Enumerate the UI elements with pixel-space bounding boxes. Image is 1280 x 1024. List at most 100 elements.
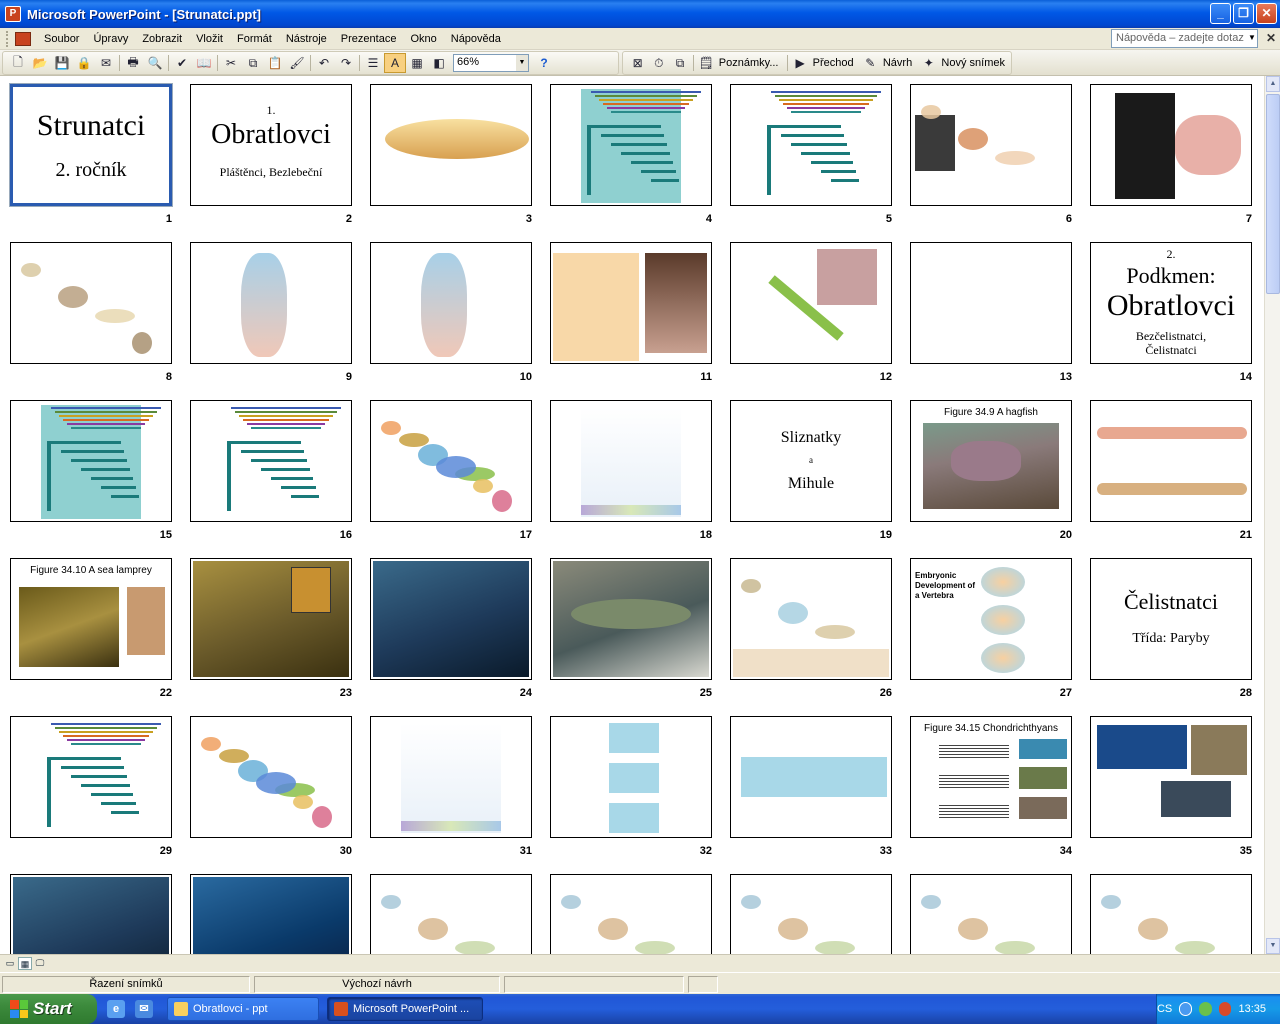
toolbar-grip[interactable] — [6, 30, 9, 47]
grid-icon[interactable]: ▦ — [406, 53, 428, 73]
document-close-icon[interactable]: ✕ — [1266, 31, 1276, 45]
slide-thumbnail-13[interactable] — [910, 242, 1072, 364]
slide-thumbnail-26[interactable] — [730, 558, 892, 680]
slide-thumbnail-41[interactable] — [910, 874, 1072, 954]
task-powerpoint[interactable]: Microsoft PowerPoint ... — [327, 997, 483, 1021]
slide-thumbnail-23[interactable] — [190, 558, 352, 680]
minimize-button[interactable]: _ — [1210, 3, 1231, 24]
slide-thumbnail-4[interactable] — [550, 84, 712, 206]
slide-sorter-view-icon[interactable]: ▦ — [18, 957, 32, 970]
slide-thumbnail-27[interactable]: Embryonic Development of a Vertebra — [910, 558, 1072, 680]
slide-thumbnail-20[interactable]: Figure 34.9 A hagfish — [910, 400, 1072, 522]
redo-icon[interactable]: ↷ — [335, 53, 357, 73]
summary-slide-icon[interactable]: ⧉ — [669, 53, 690, 73]
network-icon[interactable] — [1199, 1002, 1212, 1016]
notes-icon[interactable]: 🗒 — [696, 53, 717, 73]
spelling-icon[interactable]: ✔ — [171, 53, 193, 73]
slide-thumbnail-11[interactable] — [550, 242, 712, 364]
slide-thumbnail-37[interactable] — [190, 874, 352, 954]
slide-thumbnail-1[interactable]: Strunatci 2. ročník — [9, 83, 173, 207]
slide-thumbnail-32[interactable] — [550, 716, 712, 838]
slide-thumbnail-34[interactable]: Figure 34.15 Chondrichthyans — [910, 716, 1072, 838]
slide-thumbnail-33[interactable] — [730, 716, 892, 838]
powerpoint-app-icon[interactable]: P — [5, 6, 21, 22]
menu-soubor[interactable]: Soubor — [37, 33, 86, 45]
scroll-down-icon[interactable]: ▼ — [1266, 938, 1280, 954]
help-dropdown-icon[interactable]: ▼ — [1248, 33, 1256, 42]
expand-all-icon[interactable]: ☰ — [362, 53, 384, 73]
new-icon[interactable]: 🗋 — [7, 53, 29, 73]
new-slide-button[interactable]: Nový snímek — [939, 57, 1011, 69]
transition-button[interactable]: Přechod — [811, 57, 860, 69]
slide-thumbnail-35[interactable] — [1090, 716, 1252, 838]
slide-thumbnail-40[interactable] — [730, 874, 892, 954]
notes-button[interactable]: Poznámky... — [717, 57, 785, 69]
ppt-doc-icon[interactable] — [15, 31, 31, 46]
slide-thumbnail-24[interactable] — [370, 558, 532, 680]
slideshow-view-icon[interactable]: 🖵 — [33, 957, 47, 970]
save-icon[interactable]: 💾 — [51, 53, 73, 73]
slide-thumbnail-31[interactable] — [370, 716, 532, 838]
slide-thumbnail-25[interactable] — [550, 558, 712, 680]
menu-zobrazit[interactable]: Zobrazit — [135, 33, 189, 45]
menu-vlozit[interactable]: Vložit — [189, 33, 230, 45]
new-slide-icon[interactable]: ✦ — [918, 53, 939, 73]
show-formatting-icon[interactable]: A — [384, 53, 406, 73]
transition-icon[interactable]: ▶ — [789, 53, 810, 73]
slide-sorter[interactable]: Strunatci 2. ročník 1 1. Obratlovci Pláštěnci… — [0, 76, 1264, 954]
paste-icon[interactable]: 📋 — [264, 53, 286, 73]
slide-thumbnail-15[interactable] — [10, 400, 172, 522]
slide-thumbnail-22[interactable]: Figure 34.10 A sea lamprey — [10, 558, 172, 680]
slide-thumbnail-12[interactable] — [730, 242, 892, 364]
slide-thumbnail-2[interactable]: 1. Obratlovci Pláštěnci, Bezlebeční — [190, 84, 352, 206]
menu-okno[interactable]: Okno — [403, 33, 443, 45]
design-button[interactable]: Návrh — [881, 57, 918, 69]
slide-thumbnail-21[interactable] — [1090, 400, 1252, 522]
undo-icon[interactable]: ↶ — [313, 53, 335, 73]
print-preview-icon[interactable]: 🔍 — [144, 53, 166, 73]
language-indicator[interactable]: CS — [1157, 1003, 1172, 1015]
format-painter-icon[interactable]: 🖌 — [286, 53, 308, 73]
internet-explorer-icon[interactable]: e — [107, 1000, 125, 1018]
slide-thumbnail-14[interactable]: 2. Podkmen: Obratlovci Bezčelistnatci, Čelis… — [1090, 242, 1252, 364]
slide-thumbnail-10[interactable] — [370, 242, 532, 364]
slide-thumbnail-36[interactable] — [10, 874, 172, 954]
slide-thumbnail-42[interactable] — [1090, 874, 1252, 954]
slide-thumbnail-16[interactable] — [190, 400, 352, 522]
research-icon[interactable]: 📖 — [193, 53, 215, 73]
menu-format[interactable]: Formát — [230, 33, 279, 45]
slide-thumbnail-3[interactable] — [370, 84, 532, 206]
slide-thumbnail-29[interactable] — [10, 716, 172, 838]
close-button[interactable]: ✕ — [1256, 3, 1277, 24]
slide-thumbnail-30[interactable] — [190, 716, 352, 838]
normal-view-icon[interactable]: ▭ — [3, 957, 17, 970]
slide-thumbnail-28[interactable]: Čelistnatci Třída: Paryby — [1090, 558, 1252, 680]
design-icon[interactable]: ✎ — [860, 53, 881, 73]
hide-slide-icon[interactable]: ⊠ — [627, 53, 648, 73]
slide-thumbnail-17[interactable] — [370, 400, 532, 522]
help-icon[interactable]: ? — [533, 53, 555, 73]
slide-thumbnail-5[interactable] — [730, 84, 892, 206]
maximize-button[interactable]: ❐ — [1233, 3, 1254, 24]
rehearse-timings-icon[interactable]: ⏱ — [648, 53, 669, 73]
menu-napoveda[interactable]: Nápověda — [444, 33, 508, 45]
title-bar[interactable]: P Microsoft PowerPoint - [Strunatci.ppt]… — [0, 0, 1280, 28]
scroll-up-icon[interactable]: ▲ — [1266, 76, 1280, 92]
menu-nastroje[interactable]: Nástroje — [279, 33, 334, 45]
task-obratlovci[interactable]: Obratlovci - ppt — [167, 997, 319, 1021]
menu-prezentace[interactable]: Prezentace — [334, 33, 404, 45]
permission-icon[interactable]: 🔒 — [73, 53, 95, 73]
menu-upravy[interactable]: Úpravy — [86, 33, 135, 45]
slide-thumbnail-6[interactable] — [910, 84, 1072, 206]
print-icon[interactable]: 🖶 — [122, 53, 144, 73]
color-grayscale-icon[interactable]: ◧ — [428, 53, 450, 73]
scroll-thumb[interactable] — [1266, 94, 1280, 294]
open-icon[interactable]: 📂 — [29, 53, 51, 73]
tray-arrow-icon[interactable] — [1179, 1002, 1193, 1016]
slide-thumbnail-38[interactable] — [370, 874, 532, 954]
copy-icon[interactable]: ⧉ — [242, 53, 264, 73]
zoom-select[interactable]: 66% ▼ — [453, 54, 529, 72]
cut-icon[interactable]: ✂ — [220, 53, 242, 73]
slide-thumbnail-8[interactable] — [10, 242, 172, 364]
slide-thumbnail-18[interactable] — [550, 400, 712, 522]
